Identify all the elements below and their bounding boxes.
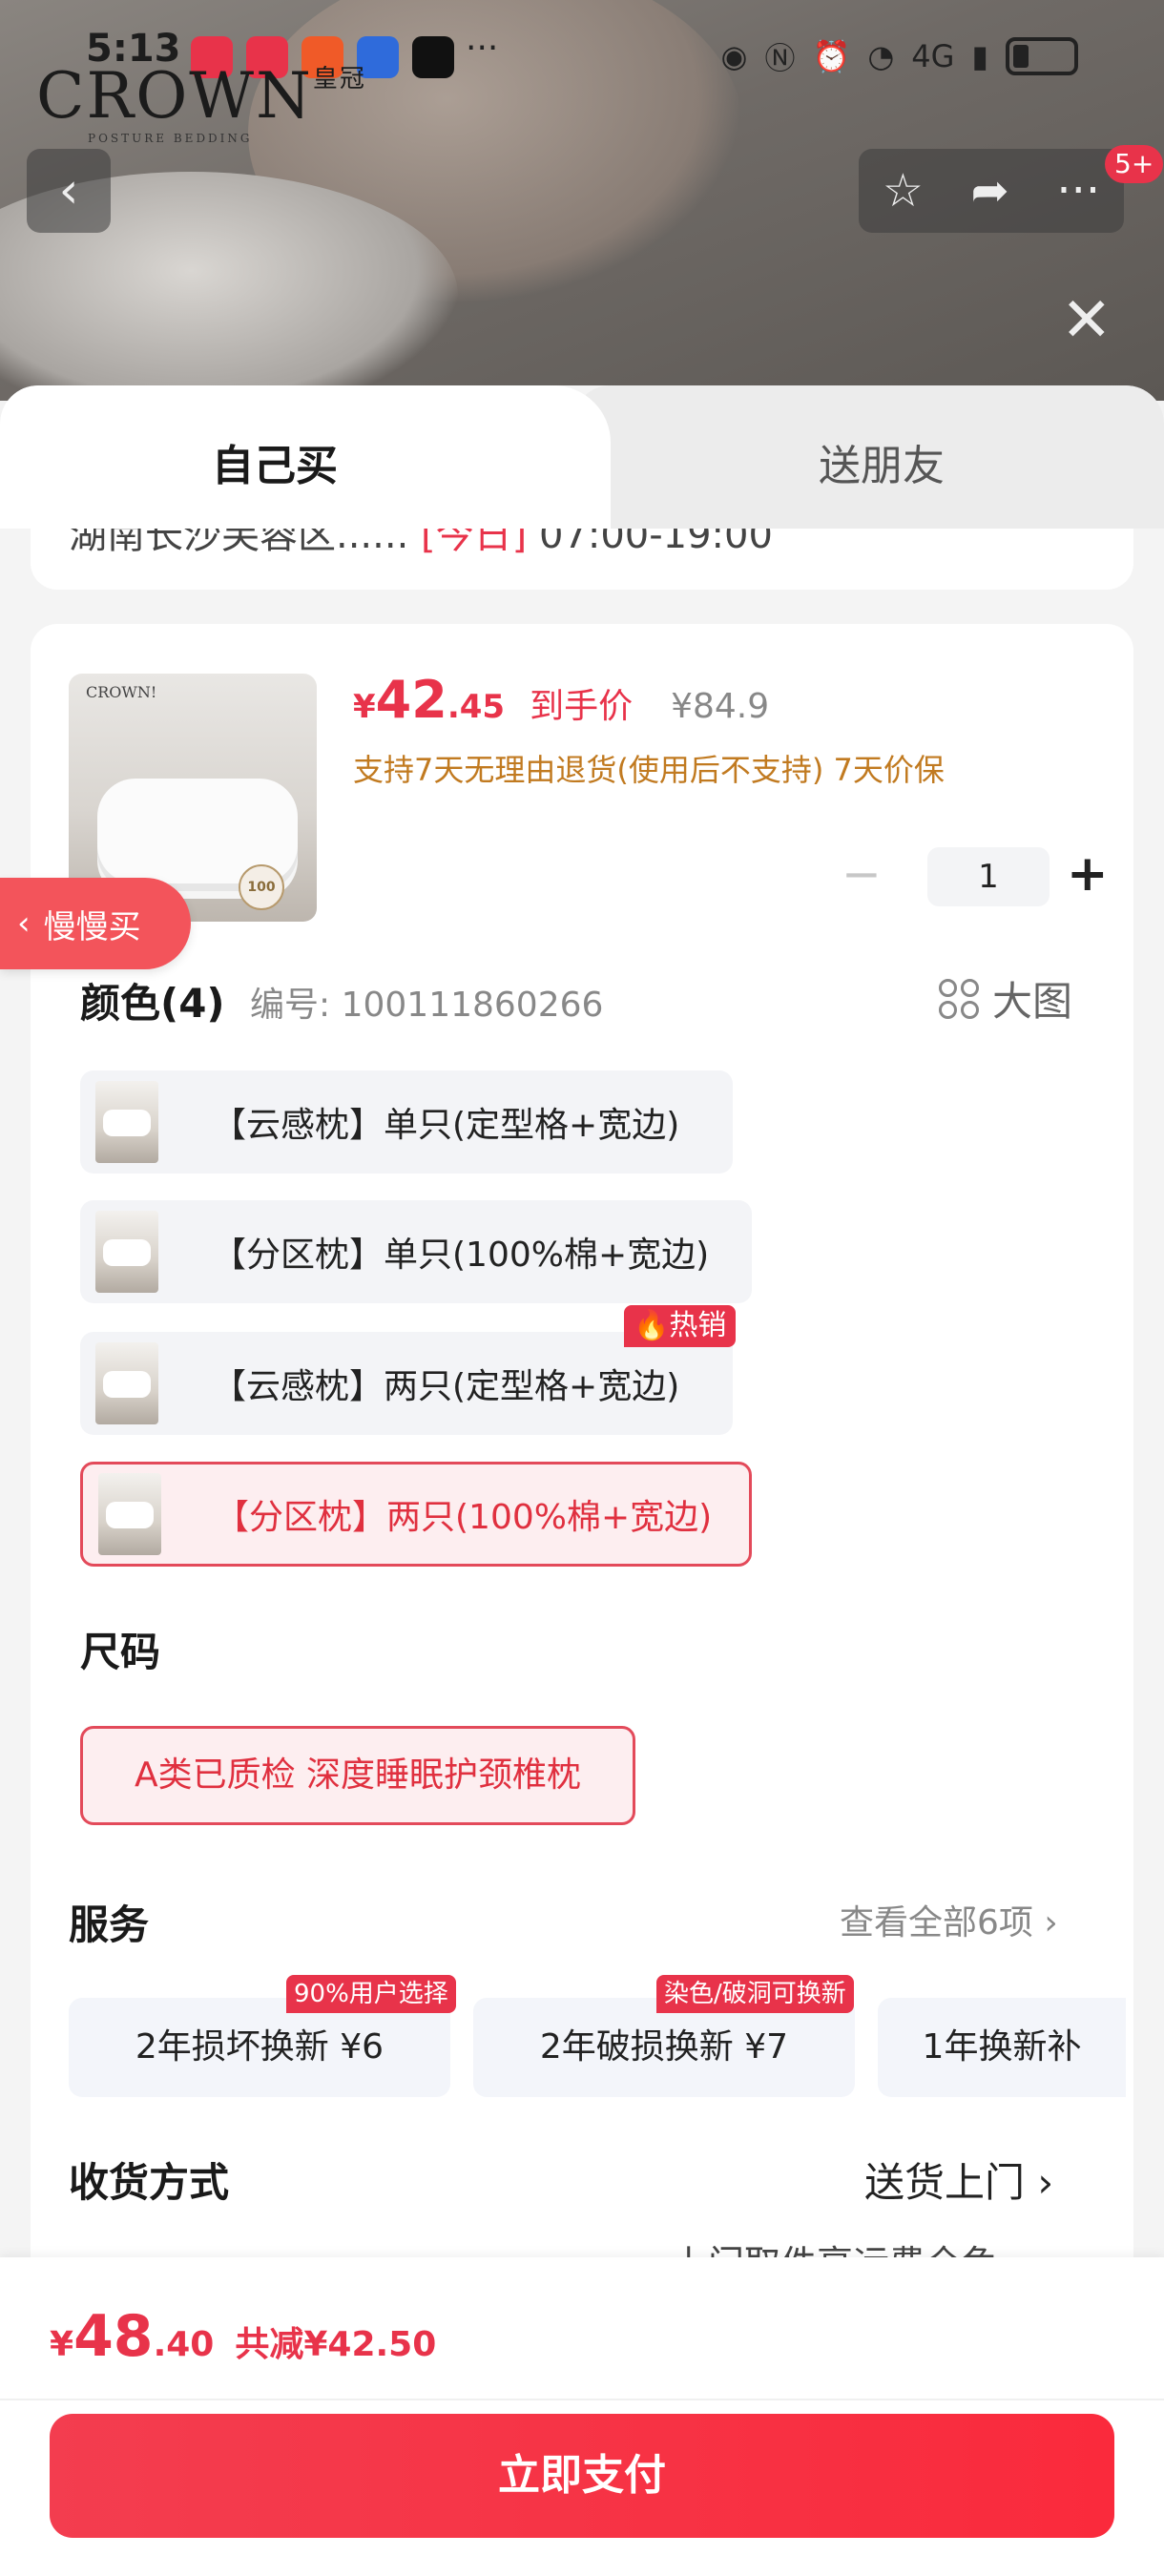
delivery-section-title: 收货方式 (69, 2159, 230, 2206)
big-picture-label: 大图 (992, 978, 1073, 1025)
slow-buy-label: 慢慢买 (43, 907, 141, 946)
option-thumbnail (95, 1211, 158, 1293)
option-thumbnail (95, 1081, 158, 1163)
favorite-star-icon[interactable]: ☆ (883, 164, 924, 218)
color-option[interactable]: 【云感枕】单只(定型格+宽边) (80, 1070, 733, 1174)
fire-icon: 🔥 (634, 1309, 670, 1342)
option-label: 【云感枕】单只(定型格+宽边) (212, 1106, 680, 1145)
nav-actions: ☆ ➦ ··· (859, 149, 1124, 233)
delivery-method[interactable]: 送货上门 › (864, 2150, 1053, 2209)
service-section-title: 服务 (69, 1901, 150, 1948)
final-price-tag: 到手价 (530, 687, 634, 726)
tiktok-app-icon (412, 36, 454, 78)
option-label: 【分区枕】单只(100%棉+宽边) (212, 1236, 710, 1275)
address-text: 湖南长沙芙蓉区...... [今日] 07:00-19:00 (69, 529, 773, 557)
price-row: ¥ 42 .45 到手价 ¥84.9 (353, 670, 769, 730)
divider (0, 2399, 1164, 2400)
tab-self-label: 自己买 (212, 442, 338, 490)
quantity-input[interactable]: 1 (927, 847, 1050, 906)
price-currency: ¥ (353, 688, 376, 726)
color-option-selected[interactable]: 【分区枕】两只(100%棉+宽边) (80, 1462, 752, 1567)
slow-buy-floating-button[interactable]: ‹ 慢慢买 (0, 878, 191, 969)
signal-icon: ▮ (971, 38, 988, 74)
brand-logo: CROWN皇冠 (36, 59, 366, 133)
network-type: 4G (911, 38, 955, 74)
price-decimal: .45 (447, 688, 506, 726)
big-picture-button[interactable]: 大图 (939, 969, 1072, 1028)
color-option[interactable]: 【分区枕】单只(100%棉+宽边) (80, 1200, 752, 1303)
increase-quantity-button[interactable]: + (1067, 845, 1109, 903)
close-icon[interactable]: ✕ (1061, 290, 1112, 351)
view-all-services-link[interactable]: 查看全部6项 › (840, 1895, 1058, 1944)
purchase-tabs: 送朋友 自己买 (0, 385, 1164, 529)
checkout-bar: ¥ 48 .40 共减¥42.50 立即支付 (0, 2257, 1164, 2576)
status-indicators: ◉ Ⓝ ⏰ ◔ 4G ▮ (721, 34, 1078, 78)
wifi-icon: ◔ (867, 38, 895, 74)
tab-self[interactable]: 自己买 (0, 385, 611, 529)
color-section-title: 颜色(4) (80, 980, 225, 1027)
return-policy: 支持7天无理由退货(使用后不支持) 7天价保 (353, 752, 945, 788)
hot-sale-label: 热销 (669, 1309, 727, 1342)
option-label: 【云感枕】两只(定型格+宽边) (212, 1367, 680, 1406)
total-saved: 共减¥42.50 (235, 2325, 437, 2364)
back-button[interactable]: ‹ (27, 149, 111, 233)
eye-icon: ◉ (720, 38, 748, 74)
color-option[interactable]: 【云感枕】两只(定型格+宽边) (80, 1332, 733, 1435)
quantity-stepper: − 1 + (822, 845, 1109, 906)
sku-code: 编号: 100111860266 (250, 986, 604, 1025)
thumbnail-logo: CROWN! (86, 683, 157, 701)
hot-sale-badge: 🔥热销 (624, 1305, 737, 1347)
chevron-left-icon: ‹ (58, 162, 79, 219)
original-price: ¥84.9 (671, 687, 770, 726)
purchase-sheet: 送朋友 自己买 湖南长沙芙蓉区...... [今日] 07:00-19:00 C… (0, 385, 1164, 2576)
thumbnail-badge: 100 (239, 864, 284, 910)
total-currency: ¥ (50, 2325, 74, 2364)
option-label: 【分区枕】两只(100%棉+宽边) (215, 1498, 713, 1537)
service-badge: 90%用户选择 (286, 1975, 456, 2013)
option-thumbnail (98, 1473, 161, 1555)
pay-now-button[interactable]: 立即支付 (50, 2414, 1114, 2538)
chevron-left-icon: ‹ (17, 904, 31, 943)
nfc-icon: Ⓝ (764, 40, 796, 76)
option-thumbnail (95, 1342, 158, 1424)
message-badge: 5+ (1105, 145, 1164, 183)
address-card[interactable]: 湖南长沙芙蓉区...... [今日] 07:00-19:00 (31, 529, 1133, 590)
share-icon[interactable]: ➦ (971, 164, 1009, 218)
total-integer: 48 (73, 2303, 154, 2370)
total-price-row: ¥ 48 .40 共减¥42.50 (50, 2303, 436, 2370)
service-badge: 染色/破洞可换新 (656, 1975, 854, 2013)
brand-tagline: POSTURE BEDDING (88, 132, 253, 145)
grid-view-icon (939, 978, 979, 1019)
size-option-selected[interactable]: A类已质检 深度睡眠护颈椎枕 (80, 1726, 635, 1825)
tab-gift-label: 送朋友 (819, 442, 945, 490)
more-icon[interactable]: ··· (1056, 164, 1100, 218)
service-option[interactable]: 1年换新补 (878, 1998, 1126, 2097)
decrease-quantity-button[interactable]: − (842, 847, 882, 901)
status-more-icon: ··· (466, 29, 499, 68)
price-integer: 42 (375, 670, 447, 730)
tab-gift[interactable]: 送朋友 (572, 385, 1164, 529)
battery-icon (1006, 37, 1078, 75)
size-section-title: 尺码 (80, 1629, 161, 1675)
alarm-icon: ⏰ (812, 38, 851, 74)
total-decimal: .40 (153, 2325, 215, 2364)
